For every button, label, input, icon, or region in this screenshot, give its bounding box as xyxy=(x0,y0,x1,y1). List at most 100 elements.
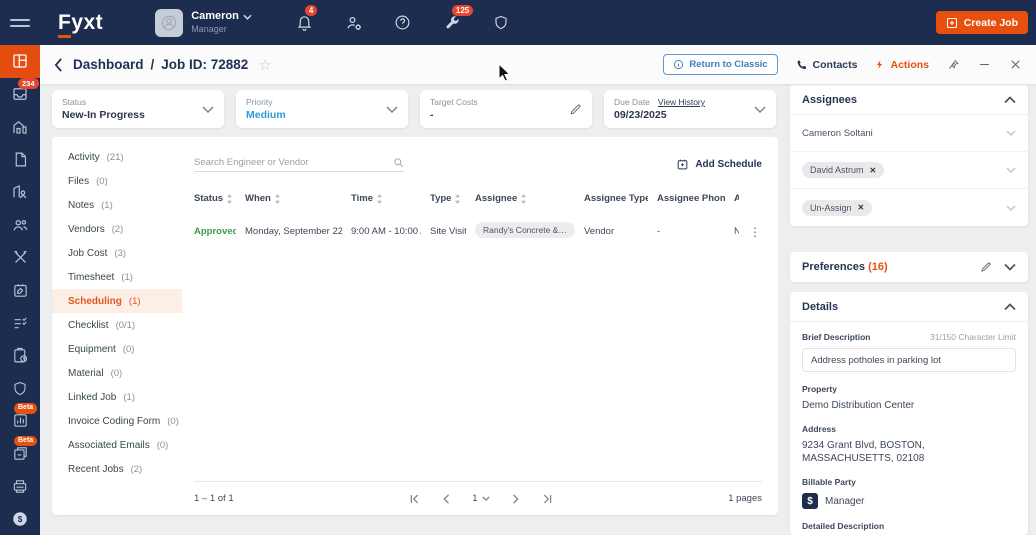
sidebar-item-equipment[interactable] xyxy=(0,470,40,503)
cell-when: Monday, September 22, 2025 xyxy=(245,226,342,237)
tab-checklist[interactable]: Checklist (0/1) xyxy=(52,313,182,337)
priority-select[interactable]: Priority Medium xyxy=(236,90,408,128)
search-input[interactable] xyxy=(194,156,393,168)
chevron-right-icon xyxy=(512,493,519,504)
chevron-down-icon xyxy=(243,14,252,20)
back-button[interactable] xyxy=(54,57,63,72)
col-status[interactable]: Status xyxy=(194,193,236,204)
col-access-premises[interactable]: Access Premis xyxy=(734,193,739,204)
sidebar-item-team[interactable] xyxy=(0,208,40,241)
assignee-row-manager[interactable]: Cameron Soltani xyxy=(790,115,1028,152)
brief-description-input[interactable] xyxy=(802,348,1016,372)
first-page-button[interactable] xyxy=(409,494,420,504)
prev-page-button[interactable] xyxy=(442,493,450,504)
reports-beta-badge: Beta xyxy=(14,403,38,414)
shield-icon xyxy=(495,15,507,30)
sidebar-item-dashboard[interactable] xyxy=(0,45,40,78)
sidebar-item-properties[interactable] xyxy=(0,110,40,143)
user-settings-button[interactable] xyxy=(343,12,365,34)
sidebar-item-payments[interactable]: $ xyxy=(0,502,40,535)
due-date-select[interactable]: Due Date View History 09/23/2025 xyxy=(604,90,776,128)
chevron-down-icon xyxy=(481,496,490,501)
tab-notes[interactable]: Notes (1) xyxy=(52,193,182,217)
last-page-button[interactable] xyxy=(542,494,553,504)
notifications-button[interactable]: 4 xyxy=(294,4,318,34)
app-logo[interactable]: Fyxt xyxy=(58,11,103,38)
document-icon xyxy=(15,152,26,167)
sidebar-item-notes[interactable] xyxy=(0,274,40,307)
col-assignee-type[interactable]: Assignee Type xyxy=(584,193,648,204)
dollar-circle-icon: $ xyxy=(13,511,27,526)
hamburger-menu-icon[interactable] xyxy=(10,16,30,30)
tab-activity[interactable]: Activity (21) xyxy=(52,145,182,169)
remove-assignee-icon[interactable]: ✕ xyxy=(870,166,877,175)
table-row[interactable]: Approved Monday, September 22, 2025 9:00… xyxy=(194,222,762,255)
next-page-button[interactable] xyxy=(512,493,520,504)
close-button[interactable] xyxy=(1009,58,1022,71)
actions-button[interactable]: Actions xyxy=(875,58,929,71)
user-menu[interactable]: Cameron Manager xyxy=(155,8,252,37)
create-job-button[interactable]: Create Job xyxy=(935,11,1028,34)
sidebar-item-invoices[interactable]: Beta xyxy=(0,436,40,470)
col-time[interactable]: Time xyxy=(351,193,421,204)
target-costs-field[interactable]: Target Costs - xyxy=(420,90,592,128)
sidebar-item-inbox[interactable]: 234 xyxy=(0,77,40,111)
sidebar-item-checklist[interactable] xyxy=(0,306,40,339)
page-select[interactable]: 1 xyxy=(472,493,490,504)
chevron-up-icon[interactable] xyxy=(1004,302,1016,311)
pin-button[interactable] xyxy=(947,58,960,71)
view-history-link[interactable]: View History xyxy=(658,97,705,107)
col-when[interactable]: When xyxy=(245,193,342,204)
details-title: Details xyxy=(802,300,839,313)
row-menu-button[interactable]: ⋮ xyxy=(748,225,762,239)
tab-job-cost[interactable]: Job Cost (3) xyxy=(52,241,182,265)
col-assignee-phone[interactable]: Assignee Phone xyxy=(657,193,725,204)
tools-icon xyxy=(13,250,27,263)
tab-vendors[interactable]: Vendors (2) xyxy=(52,217,182,241)
cell-assignee-phone: - xyxy=(657,226,661,237)
tab-equipment[interactable]: Equipment (0) xyxy=(52,337,182,361)
assignee-row-engineer[interactable]: David Astrum ✕ xyxy=(790,152,1028,189)
tab-linked-job[interactable]: Linked Job (1) xyxy=(52,385,182,409)
status-select[interactable]: Status New-In Progress xyxy=(52,90,224,128)
dashboard-icon xyxy=(13,54,27,68)
tab-material[interactable]: Material (0) xyxy=(52,361,182,385)
chevron-up-icon[interactable] xyxy=(1004,95,1016,104)
tab-recent-jobs[interactable]: Recent Jobs (2) xyxy=(52,457,182,481)
sidebar-item-reports[interactable]: Beta xyxy=(0,403,40,437)
billable-party-value: Manager xyxy=(825,495,865,507)
search-field[interactable] xyxy=(194,156,404,172)
sidebar-item-work-orders[interactable] xyxy=(0,241,40,274)
sidebar-item-compliance[interactable] xyxy=(0,372,40,405)
chevron-down-icon[interactable] xyxy=(1004,263,1016,271)
security-button[interactable] xyxy=(490,12,512,34)
detailed-description-label: Detailed Description xyxy=(802,521,885,531)
work-orders-button[interactable]: 125 xyxy=(441,4,474,34)
chevron-left-icon xyxy=(443,493,450,504)
tab-files[interactable]: Files (0) xyxy=(52,169,182,193)
assignee-chip[interactable]: Randy's Concrete & Pavement xyxy=(475,222,575,238)
sort-icon xyxy=(227,193,233,204)
add-schedule-button[interactable]: Add Schedule xyxy=(676,158,762,171)
help-button[interactable] xyxy=(392,12,414,34)
due-date-value: 09/23/2025 xyxy=(614,109,667,121)
minimize-button[interactable] xyxy=(978,58,991,71)
copy-docs-icon xyxy=(13,447,27,460)
remove-assignee-icon[interactable]: ✕ xyxy=(858,203,865,212)
tab-timesheet[interactable]: Timesheet (1) xyxy=(52,265,182,289)
pencil-icon[interactable] xyxy=(980,261,992,273)
col-assignee[interactable]: Assignee xyxy=(475,193,575,204)
breadcrumb-dashboard[interactable]: Dashboard xyxy=(73,57,144,72)
favorite-star-icon[interactable]: ☆ xyxy=(258,56,271,74)
contacts-button[interactable]: Contacts xyxy=(796,59,857,71)
col-type[interactable]: Type xyxy=(430,193,466,204)
tab-scheduling[interactable]: Scheduling (1) xyxy=(52,289,182,313)
assignee-row-unassign[interactable]: Un-Assign ✕ xyxy=(790,189,1028,226)
tab-associated-emails[interactable]: Associated Emails (0) xyxy=(52,433,182,457)
sort-icon xyxy=(274,193,280,204)
sidebar-item-schedule[interactable] xyxy=(0,339,40,372)
return-to-classic-button[interactable]: Return to Classic xyxy=(663,54,778,75)
sidebar-item-site-manager[interactable] xyxy=(0,176,40,209)
tab-invoice-coding-form[interactable]: Invoice Coding Form (0) xyxy=(52,409,182,433)
sidebar-item-documents[interactable] xyxy=(0,143,40,176)
